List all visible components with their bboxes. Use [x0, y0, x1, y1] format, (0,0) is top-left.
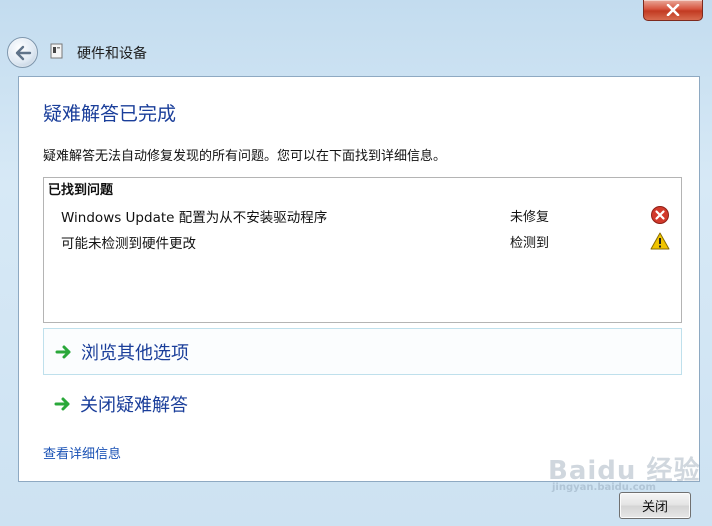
issue-name: Windows Update 配置为从不安装驱动程序 — [61, 210, 328, 226]
browse-options-button[interactable]: 浏览其他选项 — [43, 328, 682, 375]
window-close-button[interactable] — [643, 0, 703, 21]
issue-status: 检测到 — [510, 236, 550, 251]
content-panel: 疑难解答已完成 疑难解答无法自动修复发现的所有问题。您可以在下面找到详细信息。 … — [18, 76, 700, 482]
warning-icon — [650, 232, 670, 250]
back-arrow-icon — [15, 45, 31, 60]
breadcrumb[interactable]: 硬件和设备 — [77, 43, 147, 63]
issue-row[interactable]: Windows Update 配置为从不安装驱动程序 未修复 — [44, 204, 681, 226]
option-label: 浏览其他选项 — [81, 343, 189, 364]
close-button[interactable]: 关闭 — [619, 492, 691, 519]
issue-row[interactable]: 可能未检测到硬件更改 检测到 — [44, 230, 681, 252]
close-icon — [666, 4, 680, 16]
option-label: 关闭疑难解答 — [80, 395, 188, 416]
issues-header: 已找到问题 — [48, 183, 114, 198]
watermark: Baidu 经验 jingyan.baidu.com — [548, 448, 712, 496]
issue-status: 未修复 — [510, 210, 550, 225]
summary-text: 疑难解答无法自动修复发现的所有问题。您可以在下面找到详细信息。 — [43, 149, 447, 164]
back-button[interactable] — [7, 37, 38, 68]
error-icon — [651, 206, 669, 224]
device-icon — [50, 43, 63, 59]
close-troubleshooter-button[interactable]: 关闭疑难解答 — [43, 381, 680, 426]
issues-list: 已找到问题 Windows Update 配置为从不安装驱动程序 未修复 可能未… — [43, 177, 682, 323]
page-title: 疑难解答已完成 — [43, 103, 177, 125]
window-frame: 硬件和设备 疑难解答已完成 疑难解答无法自动修复发现的所有问题。您可以在下面找到… — [0, 0, 712, 526]
green-arrow-icon — [54, 397, 70, 411]
issue-name: 可能未检测到硬件更改 — [61, 236, 196, 252]
green-arrow-icon — [55, 345, 71, 359]
view-details-link[interactable]: 查看详细信息 — [43, 443, 121, 462]
